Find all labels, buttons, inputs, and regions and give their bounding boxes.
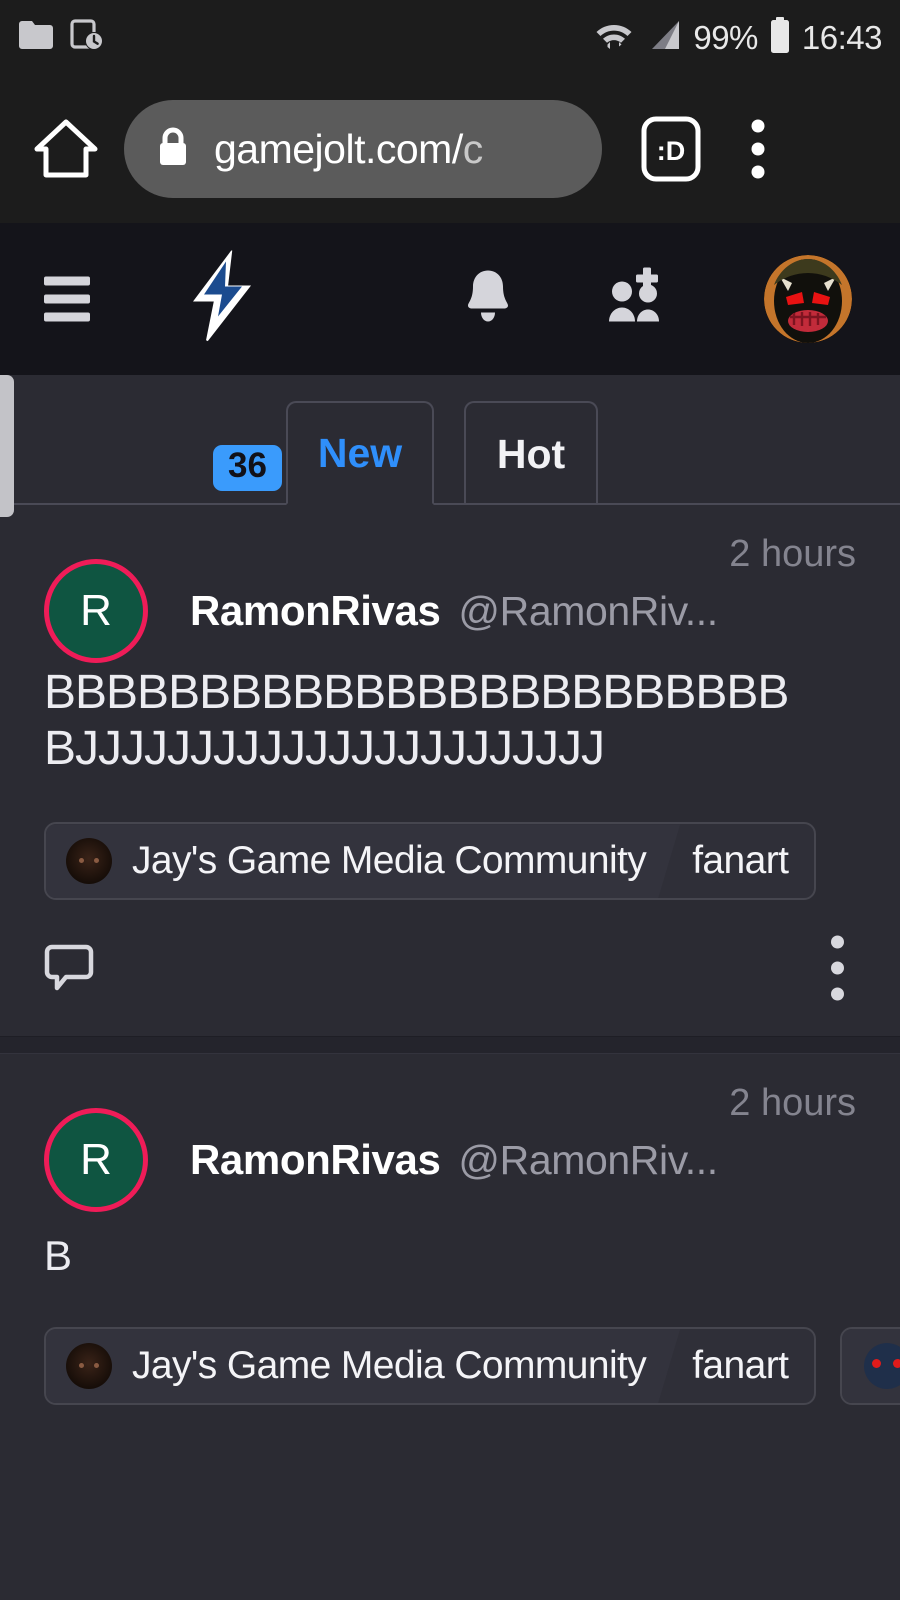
- community-name: Jay's Game Media Community: [132, 839, 647, 883]
- lightning-bolt-icon[interactable]: [185, 248, 259, 348]
- browser-menu-button[interactable]: [734, 118, 782, 180]
- android-status-bar: 99% 16:43: [0, 0, 900, 75]
- kebab-dot: [831, 987, 844, 1001]
- url-bar[interactable]: gamejolt.com/c: [124, 100, 602, 198]
- url-host: gamejolt.com/: [214, 125, 463, 172]
- menu-bar: [44, 276, 90, 286]
- url-path-truncated: c: [462, 125, 483, 172]
- user-avatar[interactable]: [764, 255, 852, 343]
- community-chip-main[interactable]: Jay's Game Media Community: [46, 1329, 680, 1403]
- menu-bar: [44, 312, 90, 322]
- post-timestamp: 2 hours: [729, 533, 856, 575]
- post-divider: [0, 1036, 900, 1055]
- community-avatar-icon: [66, 1343, 112, 1389]
- post-body-line: B: [44, 1232, 73, 1280]
- kebab-dot: [831, 961, 844, 975]
- post-body-line: BJJJJJJJJJJJJJJJJJJJJJJJ: [44, 721, 605, 775]
- hamburger-menu-icon[interactable]: [44, 276, 90, 322]
- community-chip-main[interactable]: Jay's Game Media Community: [46, 824, 680, 898]
- feed-post: R RamonRivas @RamonRiv... 2 hours B Jay'…: [0, 1054, 900, 1406]
- post-body-line: BBBBBBBBBBBBBBBBBBBBBBBB: [44, 666, 789, 719]
- community-avatar-icon: [66, 838, 112, 884]
- post-timestamp: 2 hours: [729, 1082, 856, 1125]
- feed-post: R RamonRivas @RamonRiv... 2 hours BBBBBB…: [0, 505, 900, 1037]
- wifi-icon: [593, 18, 635, 57]
- clock-time: 16:43: [801, 19, 883, 56]
- post-community-chips: Jay's Game Media Community fanart: [0, 776, 900, 901]
- post-action-bar: [0, 900, 900, 1036]
- post-body: BBBBBBBBBBBBBBBBBBBBBBBB BJJJJJJJJJJJJJJ…: [0, 665, 900, 776]
- url-text: gamejolt.com/c: [214, 126, 483, 173]
- avatar[interactable]: R: [44, 559, 148, 663]
- community-channel-tag[interactable]: fanart: [680, 839, 814, 883]
- cell-signal-icon: [646, 18, 682, 57]
- comment-bubble-icon[interactable]: [44, 941, 98, 995]
- tab-new[interactable]: New: [286, 401, 434, 505]
- post-header: R RamonRivas @RamonRiv... 2 hours: [0, 505, 900, 665]
- community-chip[interactable]: Jay's Game Media Community fanart: [44, 822, 817, 901]
- community-channel-tag[interactable]: fanart: [680, 1344, 814, 1388]
- status-bar-right-icons: 99% 16:43: [593, 16, 883, 59]
- menu-bar: [44, 294, 90, 304]
- battery-percentage: 99%: [693, 19, 758, 56]
- tab-switcher-button[interactable]: :D: [640, 115, 702, 183]
- author-display-name: RamonRivas: [190, 587, 441, 634]
- tab-hot[interactable]: Hot: [464, 401, 598, 505]
- community-chip-main[interactable]: [842, 1329, 900, 1404]
- page-scrollbar[interactable]: [0, 375, 14, 517]
- notification-bell-icon[interactable]: [462, 268, 514, 331]
- author-handle: @RamonRiv...: [458, 588, 718, 634]
- home-button[interactable]: [30, 118, 102, 180]
- status-bar-left-icons: [18, 18, 104, 57]
- browser-toolbar: gamejolt.com/c :D: [0, 75, 900, 223]
- app-top-navigation: 36: [0, 223, 900, 491]
- screen: 99% 16:43 gamejolt.com/c:D 36 New Hot R…: [0, 0, 900, 1600]
- friend-requests-icon[interactable]: [604, 266, 666, 333]
- post-author[interactable]: RamonRivas @RamonRiv...: [190, 1136, 718, 1184]
- bolt-badge-count: 36: [213, 445, 282, 491]
- kebab-dot: [831, 935, 844, 949]
- post-header: R RamonRivas @RamonRiv... 2 hours: [0, 1054, 900, 1214]
- feed-tab-strip: New Hot: [0, 375, 900, 505]
- post-feed: R RamonRivas @RamonRiv... 2 hours BBBBBB…: [0, 505, 900, 1406]
- post-community-chips: Jay's Game Media Community fanart: [0, 1281, 900, 1406]
- author-handle: @RamonRiv...: [458, 1137, 718, 1184]
- community-name: Jay's Game Media Community: [132, 1344, 647, 1388]
- svg-text::D: :D: [657, 136, 686, 166]
- lock-icon: [154, 124, 192, 175]
- post-author[interactable]: RamonRivas @RamonRiv...: [190, 587, 718, 635]
- folder-icon: [18, 20, 54, 55]
- device-clock-icon: [70, 18, 104, 57]
- community-chip[interactable]: Jay's Game Media Community fanart: [44, 1327, 817, 1406]
- community-chip[interactable]: [840, 1327, 900, 1406]
- battery-icon: [769, 16, 791, 59]
- post-body: B: [0, 1214, 900, 1281]
- avatar[interactable]: R: [44, 1108, 148, 1213]
- author-display-name: RamonRivas: [190, 1136, 441, 1184]
- post-more-options-icon[interactable]: [831, 935, 844, 1001]
- community-avatar-icon: [864, 1343, 900, 1390]
